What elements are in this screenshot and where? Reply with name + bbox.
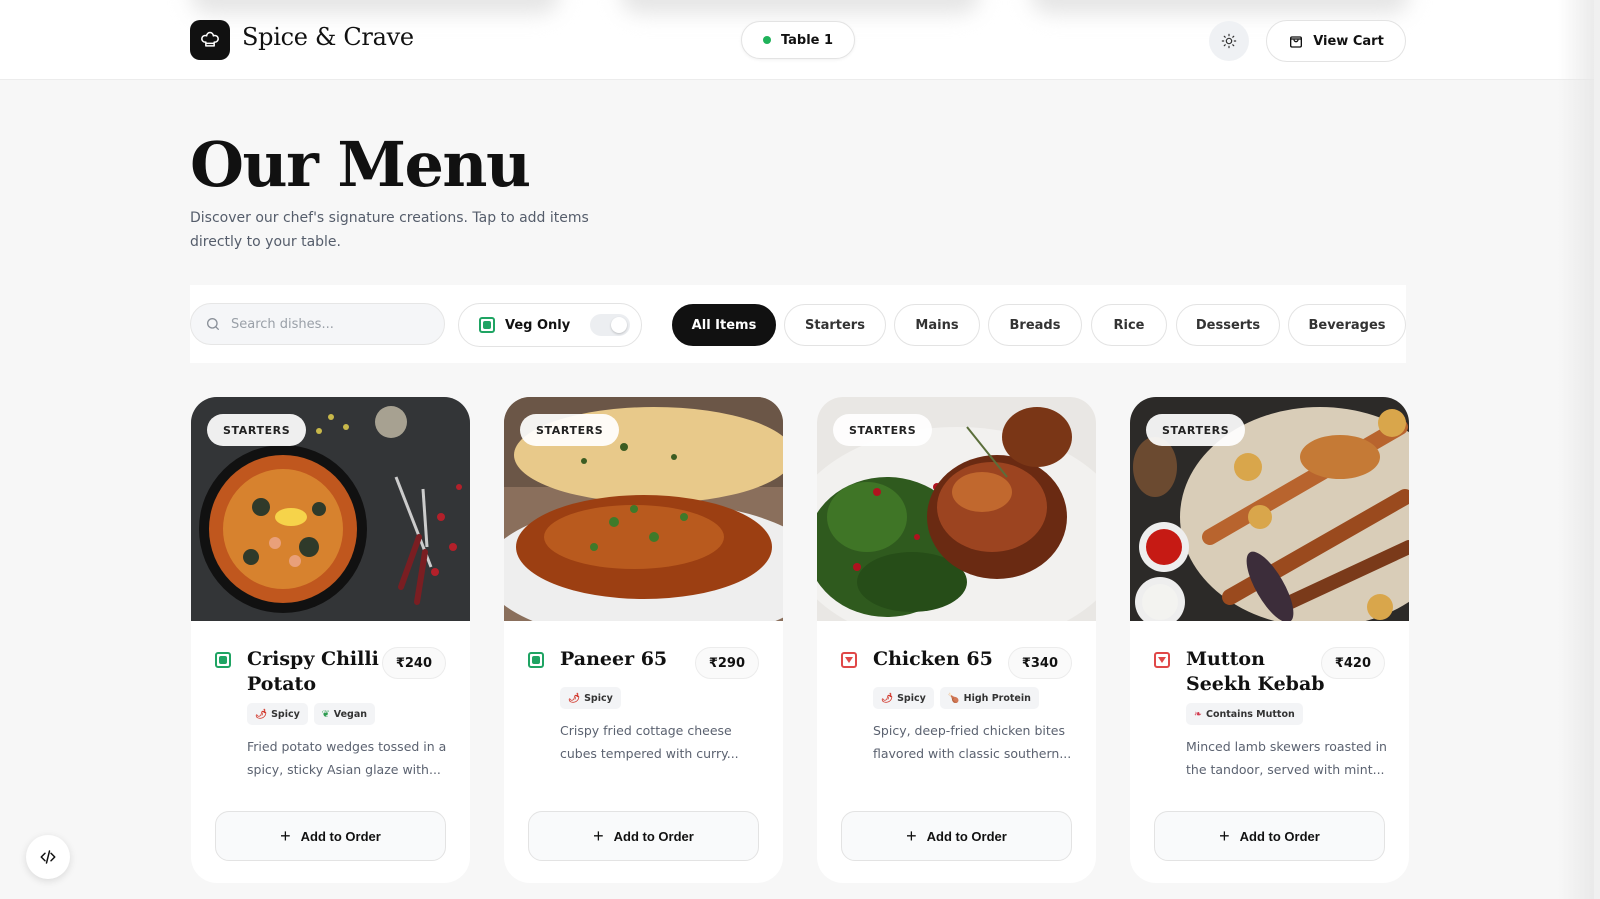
dish-name: Crispy Chilli Potato — [247, 648, 379, 695]
dish-card[interactable]: STARTERS Chicken 65 ₹340 🌶 Spicy 🍗 High Pr… — [817, 397, 1096, 883]
plus-icon: + — [280, 826, 291, 846]
dish-description: Crispy fried cottage cheese cubes temper… — [560, 723, 739, 761]
table-label: Table 1 — [780, 32, 834, 48]
plus-icon: + — [593, 826, 604, 846]
tag-vegan: ❦ Vegan — [313, 703, 376, 725]
tag-spicy: 🌶 Spicy — [247, 703, 308, 725]
theme-toggle-button[interactable] — [1209, 21, 1249, 61]
dish-description: Minced lamb skewers roasted in the tando… — [1186, 739, 1387, 777]
chili-icon: 🌶 — [881, 692, 894, 704]
veg-only-label: Veg Only — [505, 317, 571, 333]
category-breads[interactable]: Breads — [988, 304, 1082, 346]
dish-price: ₹240 — [381, 647, 446, 679]
sun-icon — [1221, 33, 1237, 49]
tag-spicy: 🌶 Spicy — [560, 687, 621, 709]
category-mains[interactable]: Mains — [894, 304, 980, 346]
category-desserts[interactable]: Desserts — [1176, 304, 1280, 346]
filter-bar: Veg Only All Items Starters Mains Breads… — [190, 285, 1406, 363]
page-subtitle: Discover our chef's signature creations.… — [190, 210, 589, 250]
category-beverages[interactable]: Beverages — [1288, 304, 1406, 346]
category-all-items[interactable]: All Items — [672, 304, 776, 346]
brand-name: Spice & Crave — [242, 23, 414, 51]
page-title: Our Menu — [190, 128, 531, 201]
search-icon — [207, 318, 219, 330]
dish-price: ₹290 — [694, 647, 759, 679]
dish-price: ₹420 — [1320, 647, 1385, 679]
plus-icon: + — [1219, 826, 1230, 846]
category-badge: STARTERS — [833, 414, 933, 446]
category-badge: STARTERS — [1146, 414, 1246, 446]
add-to-order-button[interactable]: + Add to Order — [528, 811, 759, 861]
background-blur — [1030, 0, 1410, 14]
chili-icon: 🌶 — [568, 692, 581, 704]
dish-name: Mutton Seekh Kebab — [1186, 648, 1325, 695]
chili-icon: 🌶 — [255, 708, 268, 720]
add-to-order-button[interactable]: + Add to Order — [215, 811, 446, 861]
dish-tags: 🌶 Spicy 🍗 High Protein — [873, 687, 1039, 709]
dish-description: Spicy, deep-fried chicken bites flavored… — [873, 723, 1072, 761]
status-dot — [762, 36, 771, 44]
background-blur — [190, 0, 560, 14]
dish-card[interactable]: STARTERS Paneer 65 ₹290 🌶 Spicy Crispy fr… — [504, 397, 783, 883]
view-cart-label: View Cart — [1313, 33, 1384, 49]
dish-tags: 🌶 Spicy — [560, 687, 621, 709]
code-icon — [40, 850, 56, 864]
non-veg-indicator-icon — [1154, 652, 1170, 668]
veg-indicator-icon — [528, 652, 544, 668]
scroll-shadow — [1558, 0, 1594, 899]
dish-card[interactable]: STARTERS Mutton Seekh Kebab ₹420 ❧ Contai… — [1130, 397, 1409, 883]
dish-tags: 🌶 Spicy ❦ Vegan — [247, 703, 376, 725]
chef-hat-icon — [201, 31, 219, 47]
dish-price: ₹340 — [1007, 647, 1072, 679]
plus-icon: + — [906, 826, 917, 846]
search-input[interactable] — [231, 316, 431, 332]
view-cart-button[interactable]: View Cart — [1266, 20, 1406, 62]
dish-name: Paneer 65 — [560, 648, 668, 670]
veg-only-switch[interactable] — [590, 314, 631, 336]
shopping-bag-icon — [1290, 36, 1303, 48]
non-veg-indicator-icon — [841, 652, 857, 668]
dish-description: Fried potato wedges tossed in a spicy, s… — [247, 739, 447, 777]
veg-only-toggle[interactable]: Veg Only — [458, 303, 642, 347]
scrollbar[interactable] — [1594, 0, 1600, 899]
background-blur — [620, 0, 980, 14]
dish-tags: ❧ Contains Mutton — [1186, 703, 1303, 725]
search-field[interactable] — [190, 303, 445, 345]
category-badge: STARTERS — [207, 414, 307, 446]
add-to-order-button[interactable]: + Add to Order — [1154, 811, 1385, 861]
veg-indicator-icon — [479, 317, 495, 333]
category-rice[interactable]: Rice — [1091, 304, 1167, 346]
drumstick-icon: 🍗 — [947, 692, 960, 704]
dish-card[interactable]: STARTERS Crispy Chilli Potato ₹240 🌶 Spic… — [191, 397, 470, 883]
category-badge: STARTERS — [520, 414, 620, 446]
tag-contains-mutton: ❧ Contains Mutton — [1186, 703, 1303, 725]
tag-spicy: 🌶 Spicy — [873, 687, 934, 709]
veg-indicator-icon — [215, 652, 231, 668]
leaf-icon: ❦ — [321, 708, 330, 720]
code-toggle-button[interactable] — [26, 835, 70, 879]
top-navbar: Spice & Crave Table 1 View Cart — [0, 0, 1600, 80]
logo[interactable] — [190, 20, 230, 60]
tag-high-protein: 🍗 High Protein — [939, 687, 1039, 709]
add-to-order-button[interactable]: + Add to Order — [841, 811, 1072, 861]
dish-name: Chicken 65 — [873, 648, 993, 670]
meat-icon: ❧ — [1194, 708, 1202, 720]
table-indicator[interactable]: Table 1 — [741, 21, 855, 59]
category-starters[interactable]: Starters — [784, 304, 886, 346]
